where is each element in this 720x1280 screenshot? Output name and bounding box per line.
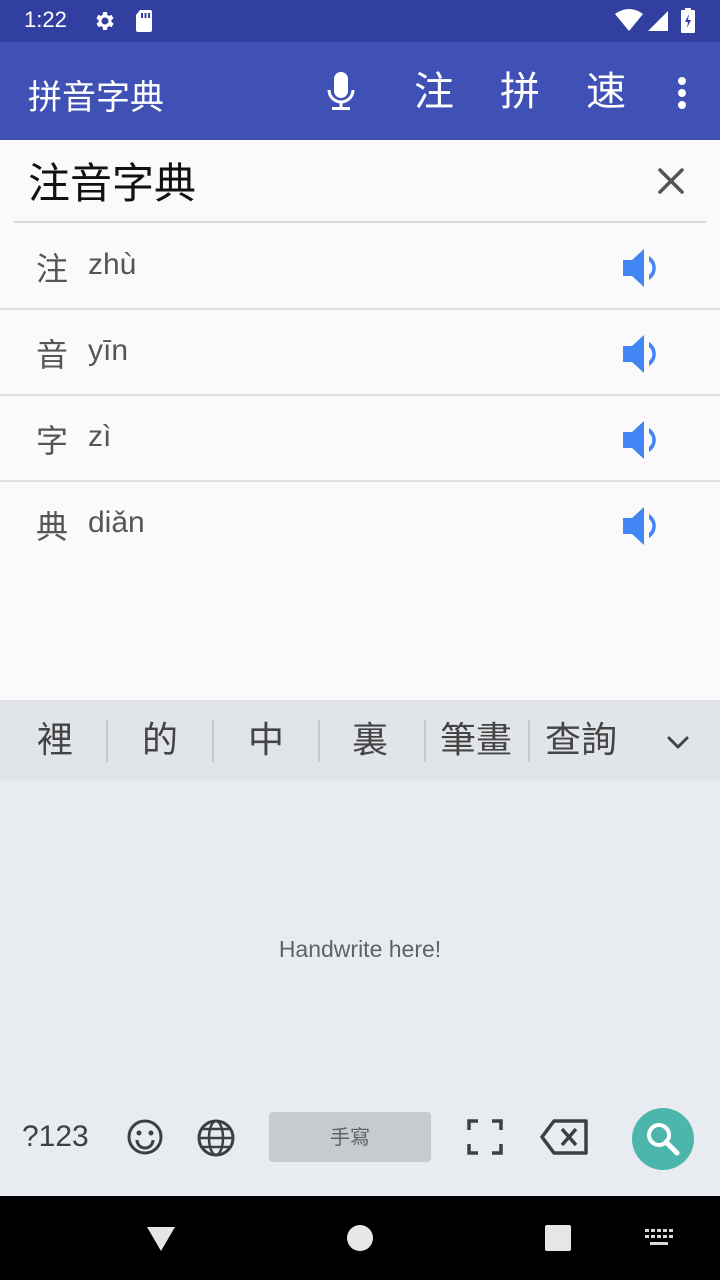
list-item[interactable]: 典 diǎn	[0, 482, 720, 568]
battery-icon	[681, 8, 695, 33]
zhuyin-button[interactable]: 注	[404, 64, 464, 120]
results-list: 注 zhù 音 yīn 字 zì 典 diǎn	[0, 224, 720, 568]
recents-icon[interactable]	[544, 1224, 572, 1252]
result-char: 音	[36, 336, 69, 374]
status-bar: 1:22	[0, 0, 720, 42]
back-icon[interactable]	[146, 1226, 176, 1252]
app-bar: 拼音字典 注 拼 速	[0, 42, 720, 140]
fullscreen-icon[interactable]	[466, 1118, 504, 1156]
handwriting-keyboard: 裡 的 中 裏 筆畫 查詢 Handwrite here! ?123 手寫	[0, 700, 720, 1196]
symbols-key[interactable]: ?123	[22, 1120, 89, 1154]
status-time: 1:22	[24, 7, 67, 32]
result-char: 典	[36, 508, 69, 546]
handwrite-hint: Handwrite here!	[278, 936, 442, 962]
keyboard-switch-icon[interactable]	[644, 1228, 674, 1248]
candidate-item[interactable]: 筆畫	[432, 716, 520, 766]
candidate-item[interactable]: 查詢	[536, 716, 626, 766]
space-key[interactable]: 手寫	[269, 1112, 431, 1162]
globe-icon[interactable]	[196, 1118, 236, 1158]
candidate-item[interactable]: 裏	[328, 716, 412, 766]
result-pinyin: zì	[88, 420, 112, 453]
result-char: 字	[36, 422, 69, 460]
keyboard-bottom-row: ?123 手寫	[0, 1100, 720, 1196]
candidate-divider	[424, 720, 426, 762]
speaker-icon[interactable]	[620, 504, 666, 548]
candidate-divider	[106, 720, 108, 762]
backspace-icon[interactable]	[540, 1118, 590, 1156]
chevron-down-icon[interactable]	[660, 724, 696, 760]
emoji-icon[interactable]	[126, 1118, 164, 1156]
search-button[interactable]	[632, 1108, 694, 1170]
gear-icon	[96, 12, 114, 30]
candidate-item[interactable]: 裡	[14, 716, 96, 766]
candidate-divider	[212, 720, 214, 762]
result-pinyin: yīn	[88, 334, 129, 367]
pinyin-button[interactable]: 拼	[490, 64, 550, 120]
candidate-bar: 裡 的 中 裏 筆畫 查詢	[0, 700, 720, 780]
app-title: 拼音字典	[28, 78, 164, 118]
candidate-item[interactable]: 中	[224, 716, 308, 766]
wifi-icon	[615, 9, 643, 31]
sd-card-icon	[136, 10, 152, 32]
speaker-icon[interactable]	[620, 246, 666, 290]
candidate-divider	[528, 720, 530, 762]
signal-icon	[648, 11, 668, 31]
candidate-item[interactable]: 的	[118, 716, 202, 766]
result-pinyin: zhù	[88, 248, 137, 281]
search-underline	[14, 221, 706, 223]
search-row	[0, 140, 720, 224]
result-pinyin: diǎn	[88, 506, 145, 539]
search-input[interactable]	[28, 150, 628, 210]
candidate-divider	[318, 720, 320, 762]
search-icon	[647, 1123, 680, 1156]
list-item[interactable]: 字 zì	[0, 396, 720, 482]
list-item[interactable]: 注 zhù	[0, 224, 720, 310]
list-item[interactable]: 音 yīn	[0, 310, 720, 396]
close-icon[interactable]	[648, 158, 694, 204]
speed-button[interactable]: 速	[576, 64, 636, 120]
speaker-icon[interactable]	[620, 332, 666, 376]
mic-icon[interactable]	[326, 70, 356, 114]
more-vert-icon[interactable]	[674, 76, 690, 110]
speaker-icon[interactable]	[620, 418, 666, 462]
result-char: 注	[36, 250, 69, 288]
navigation-bar	[0, 1196, 720, 1280]
home-icon[interactable]	[346, 1224, 374, 1252]
